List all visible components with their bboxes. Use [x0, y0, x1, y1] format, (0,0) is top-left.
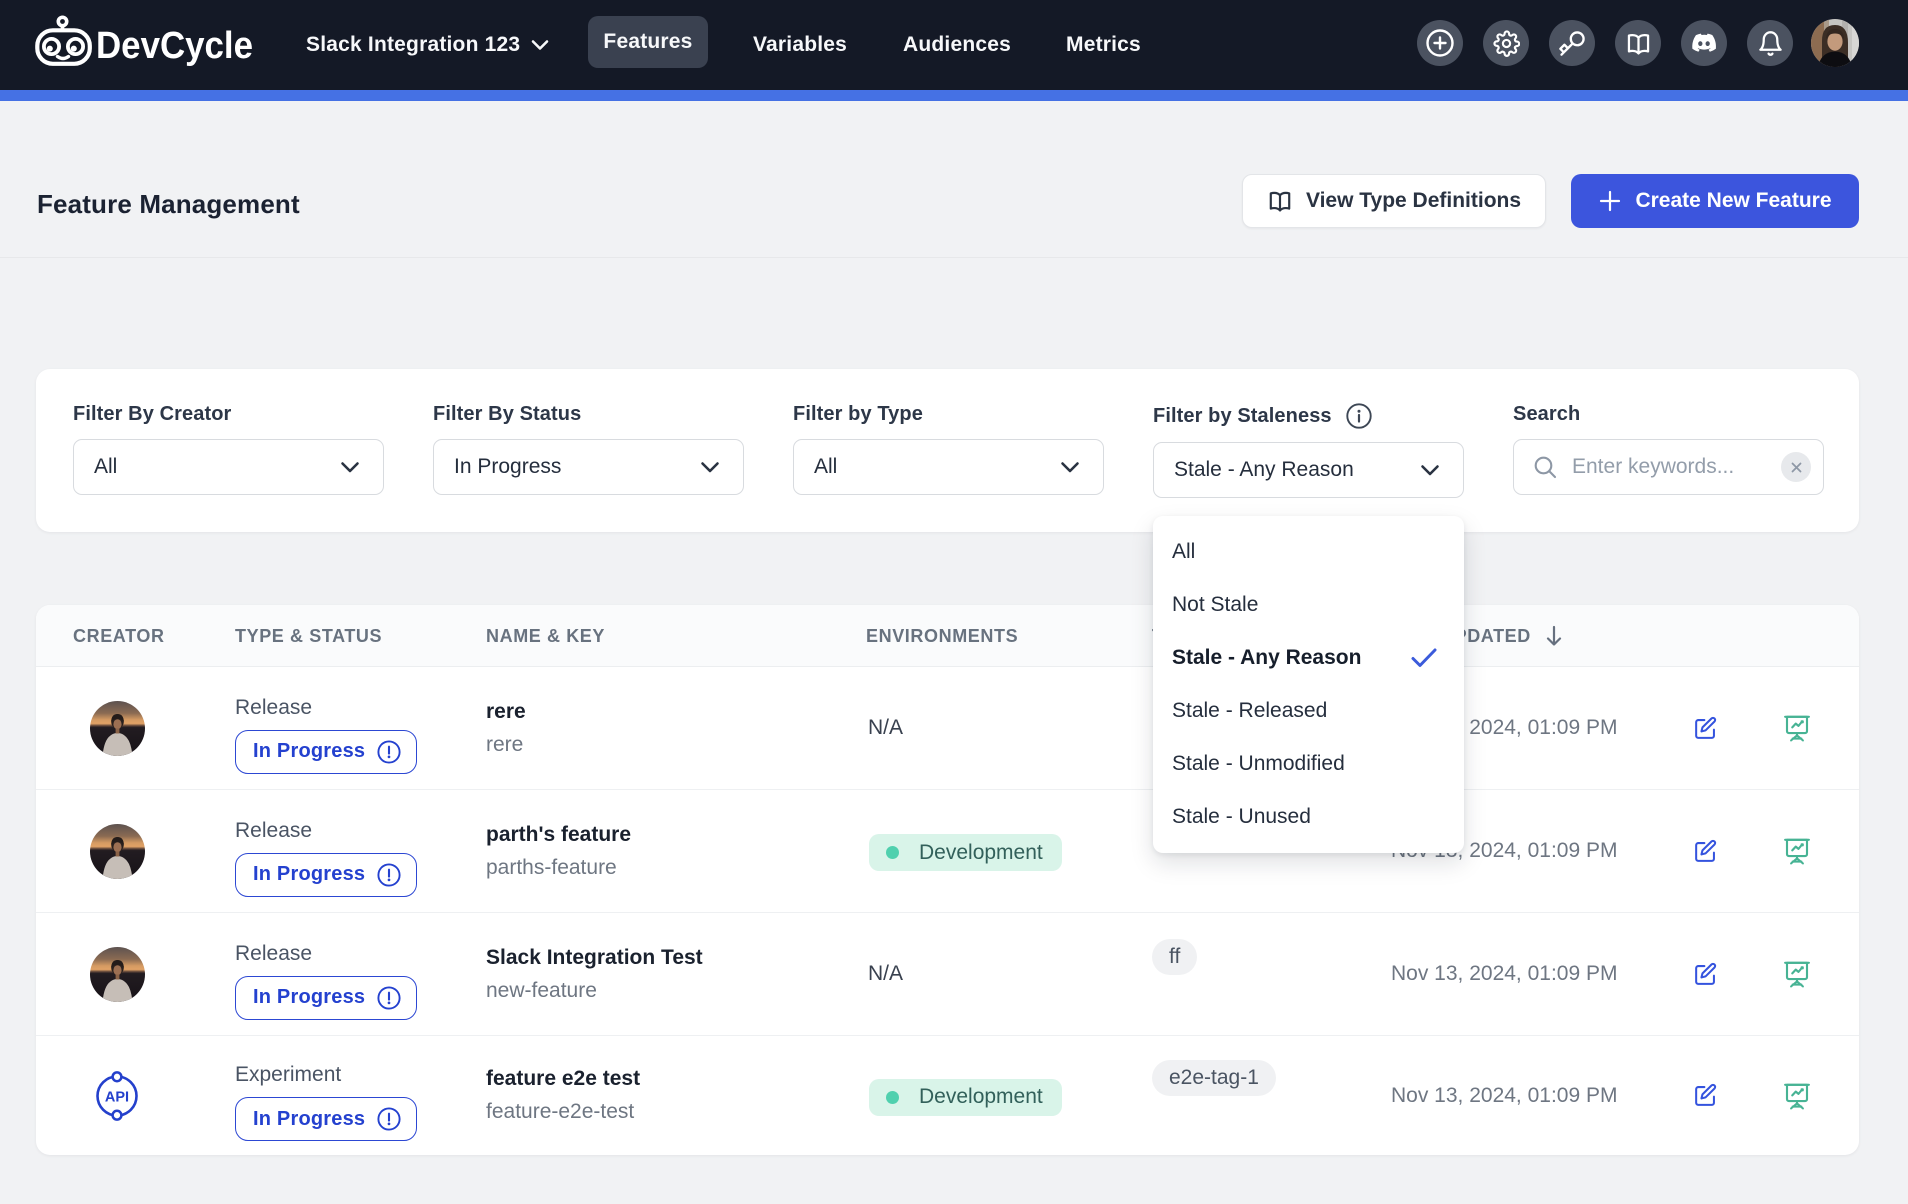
- svg-text:DevCycle: DevCycle: [96, 25, 253, 67]
- svg-text:API: API: [105, 1089, 129, 1105]
